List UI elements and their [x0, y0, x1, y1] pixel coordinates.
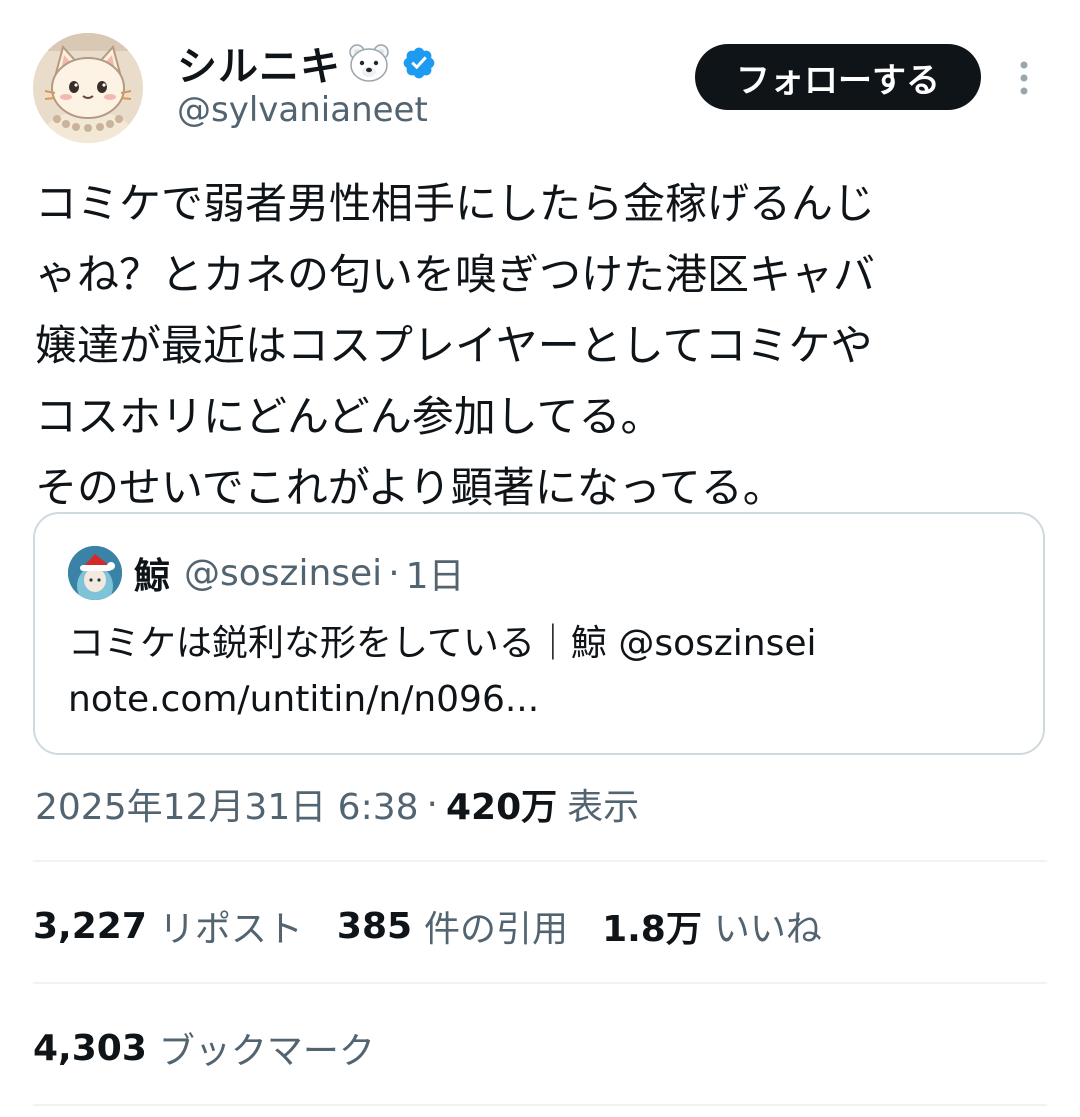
- tweet-meta: 2025年12月31日 6:38 · 420万 表示: [35, 778, 639, 830]
- reposts-count: 3,227: [33, 905, 147, 947]
- follow-button[interactable]: フォローする: [695, 44, 981, 110]
- tweet-text: コミケで弱者男性相手にしたら金稼げるんじ ゃね？とカネの匂いを嗅ぎつけた港区キャ…: [35, 168, 1050, 523]
- author-display-name[interactable]: シルニキ: [177, 34, 341, 92]
- author-handle[interactable]: @sylvanianeet: [177, 90, 428, 130]
- author-name-row[interactable]: シルニキ: [177, 38, 437, 90]
- view-count-label: 表示: [567, 787, 640, 828]
- bookmarks-count: 4,303: [33, 1027, 147, 1069]
- separator-dot: ·: [388, 552, 400, 594]
- tweet-text-line: コミケで弱者男性相手にしたら金稼げるんじ: [35, 179, 876, 228]
- santa-hat-avatar-illustration: [68, 546, 122, 600]
- more-options-icon[interactable]: [1009, 58, 1039, 98]
- engagement-stats: 3,227 リポスト 385 件の引用 1.8万 いいね: [33, 898, 856, 954]
- polar-bear-face-icon: [347, 41, 391, 85]
- view-count: 420万: [445, 787, 558, 828]
- quotes-label: 件の引用: [424, 909, 569, 950]
- quoted-tweet-card[interactable]: 鯨 @soszinsei · 1日 コミケは鋭利な形をしている｜鯨 @soszi…: [33, 512, 1045, 755]
- quoted-tweet-link[interactable]: note.com/untitin/n/n096...: [68, 672, 817, 728]
- tweet-text-line: コスホリにどんどん参加してる。: [35, 392, 663, 441]
- reposts-stat[interactable]: 3,227 リポスト: [33, 900, 303, 952]
- likes-stat[interactable]: 1.8万 いいね: [602, 900, 822, 952]
- divider: [33, 860, 1047, 862]
- divider: [33, 1104, 1047, 1106]
- reposts-label: リポスト: [158, 909, 303, 950]
- tweet-text-line: ゃね？とカネの匂いを嗅ぎつけた港区キャバ: [35, 250, 876, 299]
- divider: [33, 982, 1047, 984]
- author-avatar[interactable]: [33, 33, 143, 143]
- likes-count: 1.8万: [602, 909, 702, 950]
- verified-badge-icon[interactable]: [401, 45, 437, 81]
- quoted-author-handle[interactable]: @soszinsei: [184, 553, 382, 594]
- bookmarks-label: ブックマーク: [158, 1031, 375, 1072]
- tweet-timestamp[interactable]: 2025年12月31日 6:38: [35, 778, 419, 830]
- cat-avatar-illustration: [33, 33, 143, 143]
- quoted-tweet-time[interactable]: 1日: [406, 547, 465, 599]
- tweet-text-line: 嬢達が最近はコスプレイヤーとしてコミケや: [35, 321, 873, 370]
- quoted-tweet-body: コミケは鋭利な形をしている｜鯨 @soszinsei: [68, 623, 817, 664]
- quotes-stat[interactable]: 385 件の引用: [337, 900, 568, 952]
- tweet-detail: シルニキ @sylvanianeet フォローする コミケで弱者男性相手にしたら…: [0, 0, 1080, 1117]
- quotes-count: 385: [336, 905, 413, 947]
- quoted-tweet-header: 鯨 @soszinsei · 1日: [134, 546, 465, 600]
- likes-label: いいね: [713, 909, 822, 950]
- quoted-author-avatar[interactable]: [68, 546, 122, 600]
- quoted-author-name[interactable]: 鯨: [134, 547, 170, 599]
- quoted-tweet-text: コミケは鋭利な形をしている｜鯨 @soszinsei note.com/unti…: [68, 616, 817, 728]
- bookmarks-stat[interactable]: 4,303 ブックマーク: [33, 1020, 375, 1076]
- separator-dot: ·: [426, 783, 438, 825]
